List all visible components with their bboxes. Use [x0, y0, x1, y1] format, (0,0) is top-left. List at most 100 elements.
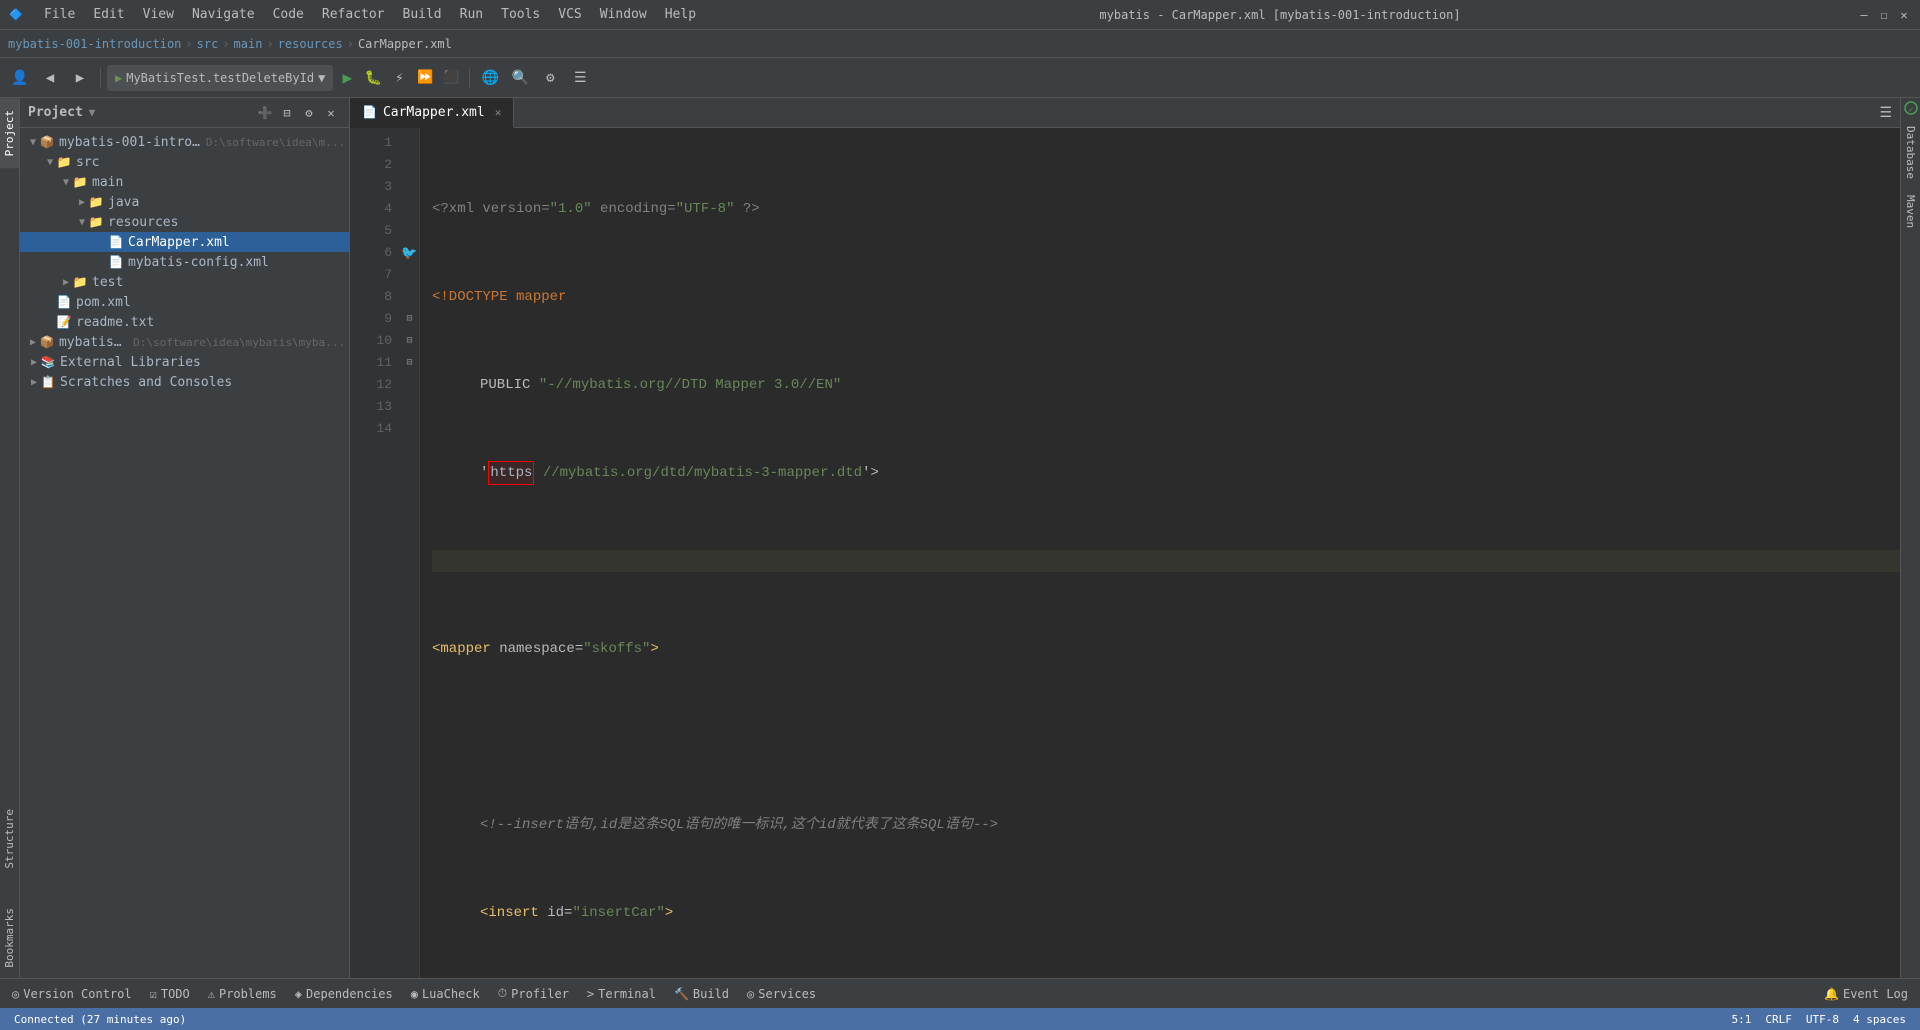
- tree-item-readme[interactable]: 📝 readme.txt: [20, 312, 349, 332]
- line-separator[interactable]: CRLF: [1759, 1013, 1798, 1026]
- todo-button[interactable]: ☑ TODO: [142, 985, 198, 1003]
- profiler-button[interactable]: ⏱ Profiler: [490, 984, 577, 1003]
- profiler-label: Profiler: [511, 987, 569, 1001]
- search-button[interactable]: 🔍: [506, 64, 534, 92]
- more-button[interactable]: ☰: [566, 64, 594, 92]
- tree-item-pom[interactable]: 📄 pom.xml: [20, 292, 349, 312]
- services-button[interactable]: ◎ Services: [739, 985, 824, 1003]
- folder-icon: 📁: [56, 154, 72, 170]
- indent-setting[interactable]: 4 spaces: [1847, 1013, 1912, 1026]
- tree-item-resources[interactable]: ▼ 📁 resources: [20, 212, 349, 232]
- line-numbers: 1 2 3 4 5 6 7 8 9 10 11 12 13 14: [350, 128, 400, 978]
- translate-button[interactable]: 🌐: [476, 64, 504, 92]
- maven-tab[interactable]: Maven: [1901, 187, 1920, 236]
- stop-button[interactable]: ⬛: [439, 66, 463, 90]
- tree-item-mybatis-config[interactable]: 📄 mybatis-config.xml: [20, 252, 349, 272]
- bottom-right: 🔔 Event Log: [1816, 985, 1916, 1003]
- back-button[interactable]: ◀: [36, 64, 64, 92]
- gutter-3: [400, 176, 419, 198]
- git-pull-button[interactable]: 👤: [6, 64, 34, 92]
- breadcrumb-resources[interactable]: resources: [278, 37, 343, 51]
- coverage-button[interactable]: ⚡: [387, 66, 411, 90]
- pom-icon: 📄: [56, 294, 72, 310]
- bookmarks-tab[interactable]: Bookmarks: [0, 898, 19, 978]
- luacheck-button[interactable]: ◉ LuaCheck: [403, 985, 488, 1003]
- recent-files-button[interactable]: ☰: [1879, 105, 1892, 121]
- tree-item-ext-libs[interactable]: ▶ 📚 External Libraries: [20, 352, 349, 372]
- database-tab[interactable]: Database: [1901, 118, 1920, 187]
- menu-edit[interactable]: Edit: [85, 5, 132, 24]
- tree-item-carmapper[interactable]: 📄 CarMapper.xml: [20, 232, 349, 252]
- problems-button[interactable]: ⚠ Problems: [200, 985, 285, 1003]
- debug-button[interactable]: 🐛: [361, 66, 385, 90]
- profile-button[interactable]: ⏩: [413, 66, 437, 90]
- maximize-button[interactable]: ☐: [1876, 7, 1892, 23]
- tab-close-button[interactable]: ✕: [495, 106, 502, 119]
- menu-build[interactable]: Build: [395, 5, 450, 24]
- breadcrumb-project[interactable]: mybatis-001-introduction: [8, 37, 181, 51]
- fold-icon-9[interactable]: ⊟: [406, 313, 412, 325]
- code-editor[interactable]: 1 2 3 4 5 6 7 8 9 10 11 12 13 14: [350, 128, 1900, 978]
- settings-button[interactable]: ⚙: [536, 64, 564, 92]
- project-tab[interactable]: Project: [0, 98, 19, 168]
- libraries-icon: 📚: [40, 354, 56, 370]
- minimize-button[interactable]: —: [1856, 7, 1872, 23]
- structure-tab[interactable]: Structure: [0, 799, 19, 879]
- menu-window[interactable]: Window: [592, 5, 655, 24]
- tree-item-main[interactable]: ▼ 📁 main: [20, 172, 349, 192]
- line-num-3: 3: [358, 176, 392, 198]
- tree-spacer: [96, 236, 108, 248]
- tree-item-scratches[interactable]: ▶ 📋 Scratches and Consoles: [20, 372, 349, 392]
- project-panel: Project ▼ ➕ ⊟ ⚙ ✕ ▼ 📦 mybatis-001-introd…: [20, 98, 350, 978]
- run-button[interactable]: ▶: [335, 66, 359, 90]
- close-panel-button[interactable]: ✕: [321, 103, 341, 123]
- run-config-selector[interactable]: ▶ MyBatisTest.testDeleteById ▼: [107, 65, 333, 91]
- mybatis-gutter-icon[interactable]: 🐦: [401, 246, 417, 261]
- tab-carmapper[interactable]: 📄 CarMapper.xml ✕: [350, 98, 514, 128]
- file-encoding[interactable]: UTF-8: [1800, 1013, 1845, 1026]
- editor-tabs: 📄 CarMapper.xml ✕ ☰: [350, 98, 1900, 128]
- breadcrumb-main[interactable]: main: [234, 37, 263, 51]
- tree-item-root[interactable]: ▼ 📦 mybatis-001-introduction D:\software…: [20, 132, 349, 152]
- dependencies-label: Dependencies: [306, 987, 393, 1001]
- dropdown-arrow-icon[interactable]: ▼: [89, 106, 96, 119]
- collapse-all-button[interactable]: ⊟: [277, 103, 297, 123]
- breadcrumb-src[interactable]: src: [197, 37, 219, 51]
- event-log-icon: 🔔: [1824, 987, 1839, 1001]
- scratches-icon: 📋: [40, 374, 56, 390]
- tree-item-java[interactable]: ▶ 📁 java: [20, 192, 349, 212]
- window-controls[interactable]: — ☐ ✕: [1856, 7, 1912, 23]
- settings-button[interactable]: ⚙: [299, 103, 319, 123]
- forward-button[interactable]: ▶: [66, 64, 94, 92]
- build-button[interactable]: 🔨 Build: [666, 985, 737, 1003]
- menu-vcs[interactable]: VCS: [550, 5, 589, 24]
- dependencies-button[interactable]: ◈ Dependencies: [287, 985, 401, 1003]
- tree-arrow-icon: ▶: [76, 196, 88, 208]
- inspection-icon: ✓: [1900, 98, 1920, 118]
- connection-status[interactable]: Connected (27 minutes ago): [8, 1013, 192, 1026]
- terminal-button[interactable]: > Terminal: [579, 985, 664, 1003]
- cursor-position[interactable]: 5:1: [1726, 1013, 1758, 1026]
- project-panel-title: Project: [28, 105, 83, 120]
- version-control-button[interactable]: ◎ Version Control: [4, 985, 140, 1003]
- menu-file[interactable]: File: [36, 5, 83, 24]
- menu-help[interactable]: Help: [657, 5, 704, 24]
- menu-tools[interactable]: Tools: [493, 5, 548, 24]
- code-content[interactable]: <?xml version="1.0" encoding="UTF-8" ?> …: [420, 128, 1900, 978]
- fold-icon-11[interactable]: ⊟: [406, 357, 412, 369]
- event-log-button[interactable]: 🔔 Event Log: [1816, 985, 1916, 1003]
- menu-bar[interactable]: File Edit View Navigate Code Refactor Bu…: [36, 5, 704, 24]
- tree-item-src[interactable]: ▼ 📁 src: [20, 152, 349, 172]
- tree-item-test[interactable]: ▶ 📁 test: [20, 272, 349, 292]
- line-num-6: 6: [358, 242, 392, 264]
- menu-view[interactable]: View: [135, 5, 182, 24]
- gutter-6: 🐦: [400, 242, 419, 264]
- menu-code[interactable]: Code: [265, 5, 312, 24]
- menu-navigate[interactable]: Navigate: [184, 5, 263, 24]
- close-button[interactable]: ✕: [1896, 7, 1912, 23]
- fold-icon-10[interactable]: ⊟: [406, 335, 412, 347]
- add-button[interactable]: ➕: [255, 103, 275, 123]
- menu-run[interactable]: Run: [452, 5, 491, 24]
- menu-refactor[interactable]: Refactor: [314, 5, 393, 24]
- tree-item-mybatis-demo[interactable]: ▶ 📦 mybatis-demo D:\software\idea\mybati…: [20, 332, 349, 352]
